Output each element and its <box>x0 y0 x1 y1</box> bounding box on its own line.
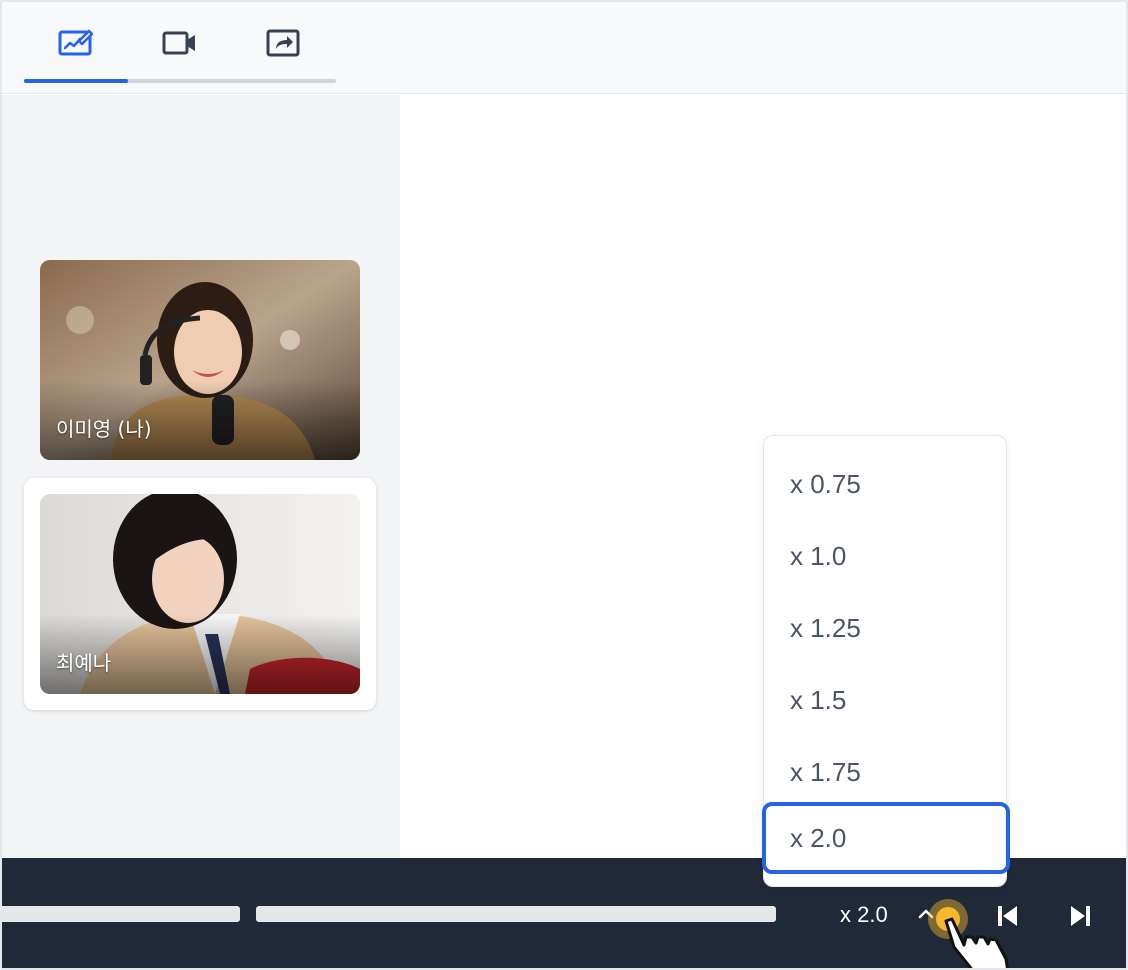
speed-option[interactable]: x 1.0 <box>764 520 1008 592</box>
app-window: 이미영 (나) 최예나 x 2.0 x 0.75 x 1.0 x 1.25 x … <box>0 0 1128 970</box>
participant-name: 최예나 <box>56 651 112 675</box>
speed-option[interactable]: x 1.5 <box>764 664 1008 736</box>
hand-pointer-cursor-icon <box>928 899 1009 968</box>
participant-video-other[interactable]: 최예나 <box>40 494 360 694</box>
participant-name: 이미영 (나) <box>56 417 152 441</box>
speed-option-selected[interactable]: x 2.0 <box>762 802 1010 874</box>
tab-video[interactable] <box>128 2 232 84</box>
tab-bar <box>2 2 1126 94</box>
speed-option[interactable]: x 0.75 <box>764 448 1008 520</box>
skip-next-icon[interactable] <box>1066 902 1094 930</box>
whiteboard-icon <box>58 29 94 56</box>
participant-sidebar <box>2 95 400 858</box>
participant-video-me[interactable]: 이미영 (나) <box>40 260 360 460</box>
seek-bar-played[interactable] <box>2 906 240 922</box>
speed-menu: x 0.75 x 1.0 x 1.25 x 1.5 x 1.75 x 2.0 <box>762 435 1010 887</box>
video-camera-icon <box>162 31 195 55</box>
speed-option[interactable]: x 1.75 <box>764 736 1008 808</box>
playback-speed-label[interactable]: x 2.0 <box>840 902 888 928</box>
screen-share-icon <box>266 29 300 57</box>
tab-whiteboard[interactable] <box>24 2 128 84</box>
speed-option[interactable]: x 1.25 <box>764 592 1008 664</box>
seek-bar-remaining[interactable] <box>256 906 776 922</box>
active-tab-indicator <box>24 79 128 83</box>
tab-screen-share[interactable] <box>232 2 336 84</box>
